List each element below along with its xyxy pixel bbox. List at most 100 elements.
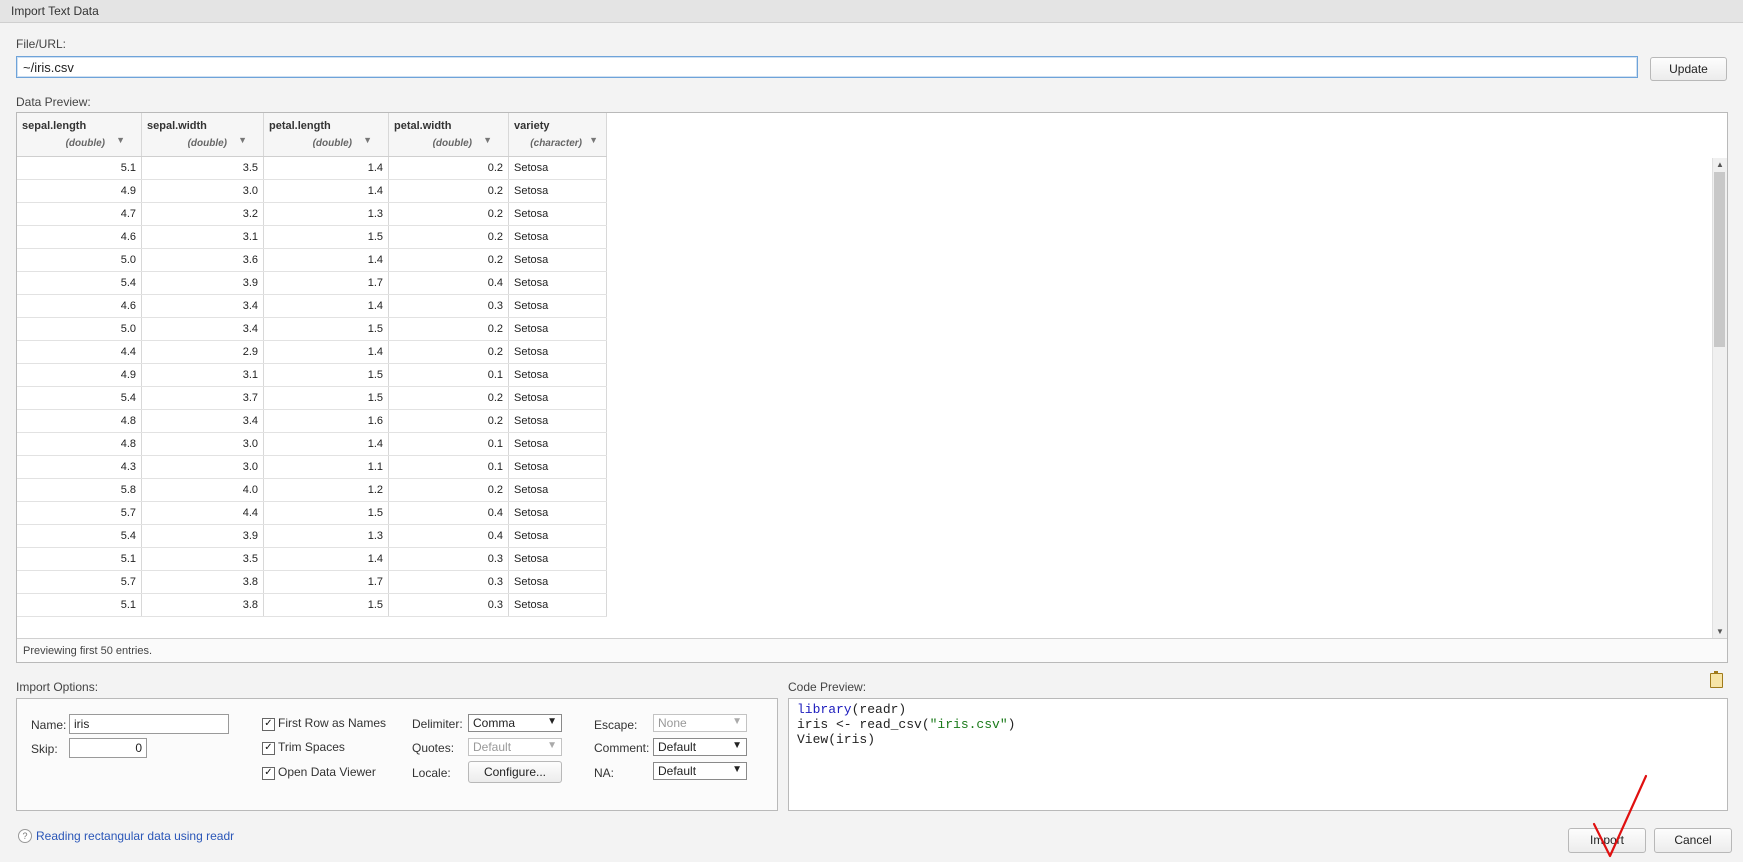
table-cell: 1.7: [263, 570, 389, 594]
column-header-variety[interactable]: variety (character) ▼: [508, 113, 607, 157]
column-header-sepal-length[interactable]: sepal.length (double) ▼: [17, 113, 142, 157]
table-cell: 1.5: [263, 386, 389, 410]
table-cell: 1.4: [263, 248, 389, 272]
locale-label: Locale:: [412, 766, 451, 780]
table-cell: 4.9: [17, 363, 142, 387]
chevron-down-icon: ▼: [732, 716, 742, 727]
skip-input[interactable]: [69, 738, 147, 758]
table-cell: 2.9: [141, 340, 264, 364]
table-row: 4.6 3.1 1.5 0.2 Setosa: [17, 225, 607, 249]
code-preview-box[interactable]: library(readr) iris <- read_csv("iris.cs…: [788, 698, 1728, 811]
table-cell: 3.8: [141, 570, 264, 594]
table-cell: Setosa: [508, 248, 607, 272]
table-cell: 0.2: [388, 225, 509, 249]
escape-select[interactable]: None ▼: [653, 714, 747, 732]
file-url-input[interactable]: [16, 56, 1638, 78]
table-cell: Setosa: [508, 225, 607, 249]
readr-help-link[interactable]: Reading rectangular data using readr: [36, 829, 234, 843]
delimiter-select[interactable]: Comma ▼: [468, 714, 562, 732]
preview-scrollbar[interactable]: ▲ ▼: [1712, 158, 1727, 638]
table-row: 4.4 2.9 1.4 0.2 Setosa: [17, 340, 607, 364]
table-row: 5.4 3.9 1.3 0.4 Setosa: [17, 524, 607, 548]
column-header-sepal-width[interactable]: sepal.width (double) ▼: [141, 113, 264, 157]
open-viewer-checkbox[interactable]: ✓: [262, 767, 275, 780]
table-cell: 1.4: [263, 432, 389, 456]
chevron-down-icon[interactable]: ▼: [116, 135, 125, 145]
chevron-down-icon[interactable]: ▼: [238, 135, 247, 145]
table-cell: 0.2: [388, 317, 509, 341]
table-cell: 3.6: [141, 248, 264, 272]
scroll-up-icon[interactable]: ▲: [1716, 160, 1724, 169]
comment-select[interactable]: Default ▼: [653, 738, 747, 756]
table-cell: Setosa: [508, 271, 607, 295]
table-cell: 1.4: [263, 547, 389, 571]
comment-label: Comment:: [594, 741, 650, 755]
table-cell: 0.1: [388, 363, 509, 387]
table-cell: 3.4: [141, 317, 264, 341]
na-label: NA:: [594, 766, 615, 780]
chevron-down-icon[interactable]: ▼: [363, 135, 372, 145]
table-cell: Setosa: [508, 524, 607, 548]
clipboard-icon[interactable]: [1710, 671, 1723, 688]
table-cell: 5.0: [17, 317, 142, 341]
table-row: 5.4 3.9 1.7 0.4 Setosa: [17, 271, 607, 295]
import-options-panel: Name: Skip: ✓ First Row as Names ✓ Trim …: [16, 698, 778, 811]
table-cell: Setosa: [508, 478, 607, 502]
table-cell: 5.4: [17, 524, 142, 548]
table-cell: 1.4: [263, 340, 389, 364]
table-cell: 1.5: [263, 225, 389, 249]
scroll-down-icon[interactable]: ▼: [1716, 627, 1724, 636]
data-preview-label: Data Preview:: [16, 95, 91, 109]
preview-count-text: Previewing first 50 entries.: [23, 645, 152, 657]
na-select[interactable]: Default ▼: [653, 762, 747, 780]
table-cell: 1.5: [263, 317, 389, 341]
name-input[interactable]: [69, 714, 229, 734]
chevron-down-icon: ▼: [732, 764, 742, 775]
code-preview-label: Code Preview:: [788, 680, 867, 694]
table-cell: 1.4: [263, 156, 389, 180]
data-preview-panel: sepal.length (double) ▼ sepal.width (dou…: [16, 112, 1728, 663]
chevron-down-icon: ▼: [732, 740, 742, 751]
table-cell: 4.6: [17, 294, 142, 318]
chevron-down-icon[interactable]: ▼: [483, 135, 492, 145]
table-cell: Setosa: [508, 501, 607, 525]
table-row: 4.9 3.0 1.4 0.2 Setosa: [17, 179, 607, 203]
data-preview-table: sepal.length (double) ▼ sepal.width (dou…: [17, 113, 607, 617]
table-cell: Setosa: [508, 363, 607, 387]
table-cell: 5.0: [17, 248, 142, 272]
table-cell: 3.0: [141, 179, 264, 203]
code-line-3: View(iris): [797, 732, 876, 747]
table-cell: 4.3: [17, 455, 142, 479]
table-cell: Setosa: [508, 570, 607, 594]
import-options-label: Import Options:: [16, 680, 99, 694]
table-cell: 3.7: [141, 386, 264, 410]
update-button[interactable]: Update: [1650, 57, 1727, 81]
table-cell: 4.9: [17, 179, 142, 203]
help-icon[interactable]: ?: [18, 829, 32, 843]
name-label: Name:: [31, 718, 67, 732]
first-row-checkbox[interactable]: ✓: [262, 718, 275, 731]
column-header-petal-length[interactable]: petal.length (double) ▼: [263, 113, 389, 157]
trim-spaces-checkbox[interactable]: ✓: [262, 742, 275, 755]
window-title: Import Text Data: [11, 4, 99, 18]
table-cell: 3.2: [141, 202, 264, 226]
chevron-down-icon: ▼: [547, 740, 557, 751]
cancel-button[interactable]: Cancel: [1654, 828, 1732, 853]
table-cell: Setosa: [508, 593, 607, 617]
table-cell: 5.7: [17, 501, 142, 525]
table-cell: 5.1: [17, 547, 142, 571]
quotes-select[interactable]: Default ▼: [468, 738, 562, 756]
table-cell: 1.3: [263, 524, 389, 548]
table-cell: 4.4: [141, 501, 264, 525]
table-row: 5.7 3.8 1.7 0.3 Setosa: [17, 570, 607, 594]
red-checkmark-annotation: [1592, 774, 1648, 858]
chevron-down-icon[interactable]: ▼: [589, 135, 598, 145]
column-header-petal-width[interactable]: petal.width (double) ▼: [388, 113, 509, 157]
configure-locale-button[interactable]: Configure...: [468, 761, 562, 783]
skip-label: Skip:: [31, 742, 58, 756]
scrollbar-thumb[interactable]: [1714, 172, 1725, 347]
table-cell: 5.1: [17, 156, 142, 180]
table-cell: 1.6: [263, 409, 389, 433]
table-row: 5.1 3.8 1.5 0.3 Setosa: [17, 593, 607, 617]
table-cell: 3.9: [141, 524, 264, 548]
